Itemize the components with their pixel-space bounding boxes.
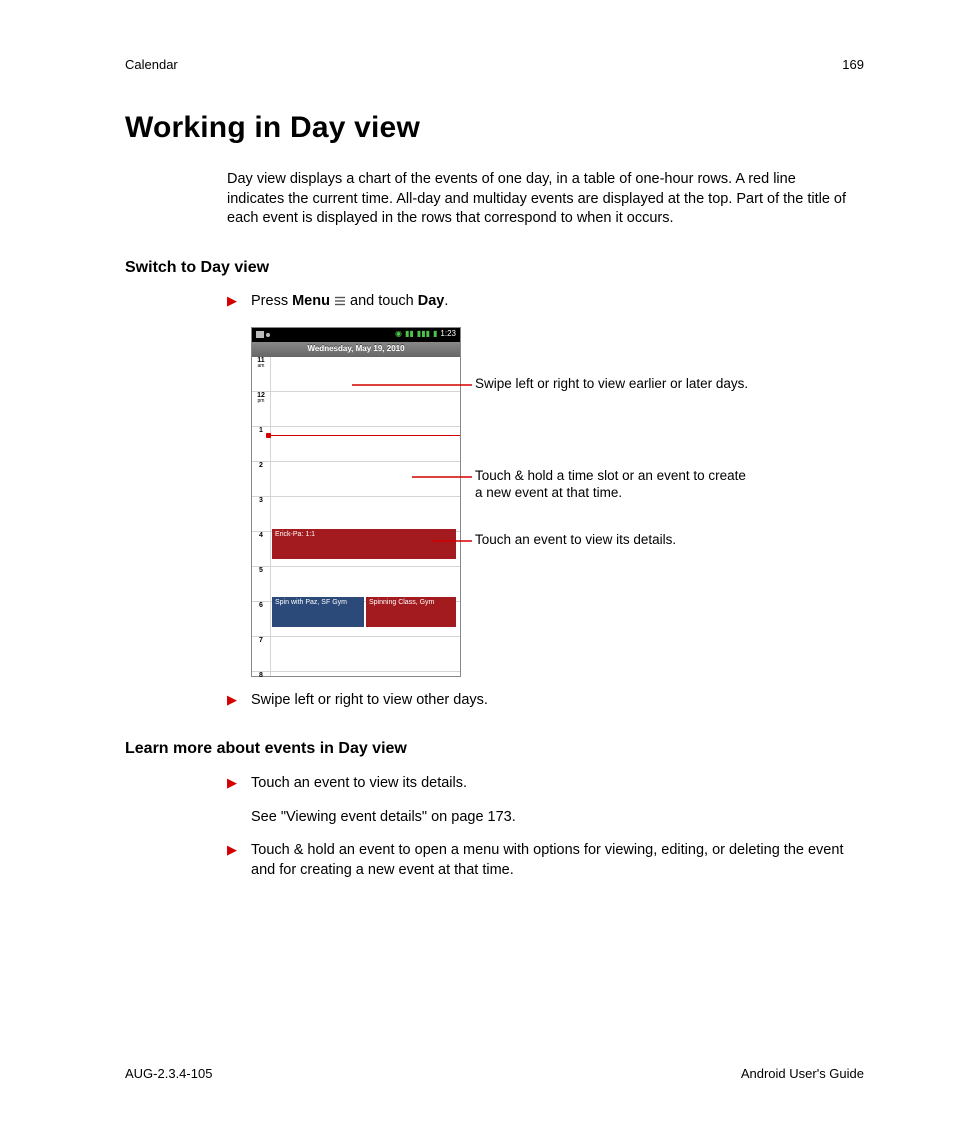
menu-icon [334, 293, 346, 313]
header-section: Calendar [125, 56, 178, 74]
footer-doc-title: Android User's Guide [741, 1065, 864, 1083]
step-swipe-days: ▶ Swipe left or right to view other days… [227, 691, 864, 711]
step-text: Touch & hold an event to open a menu wit… [251, 841, 864, 880]
step-touch-event: ▶ Touch an event to view its details. [227, 774, 864, 794]
triangle-bullet-icon: ▶ [227, 691, 251, 711]
signal-icon: ▮▮▮ [417, 329, 430, 340]
step-text: Touch an event to view its details. [251, 774, 864, 794]
triangle-bullet-icon: ▶ [227, 292, 251, 313]
phone-screenshot: ◉ ▮▮ ▮▮▮ ▮ 1:23 Wednesday, May 19, 2010 … [251, 327, 461, 677]
page-title: Working in Day view [125, 108, 864, 149]
status-time: 1:23 [440, 329, 456, 340]
step-text: Swipe left or right to view other days. [251, 691, 864, 711]
callout-touch-hold: Touch & hold a time slot or an event to … [475, 467, 755, 502]
triangle-bullet-icon: ▶ [227, 841, 251, 880]
callout-swipe: Swipe left or right to view earlier or l… [475, 375, 748, 393]
calendar-date-header: Wednesday, May 19, 2010 [252, 342, 460, 357]
step-touch-hold-event: ▶ Touch & hold an event to open a menu w… [227, 841, 864, 880]
sync-icon: ◉ [395, 329, 402, 340]
footer-doc-id: AUG-2.3.4-105 [125, 1065, 212, 1083]
notification-icon [256, 331, 264, 338]
page: Calendar 169 Working in Day view Day vie… [0, 0, 954, 1145]
step-press-menu: ▶ Press Menu and touch Day. [227, 292, 864, 313]
battery-icon: ▮ [433, 329, 437, 340]
triangle-bullet-icon: ▶ [227, 774, 251, 794]
section-learn-heading: Learn more about events in Day view [125, 738, 864, 760]
header-page-number: 169 [842, 56, 864, 74]
cross-reference: See "Viewing event details" on page 173. [251, 808, 864, 828]
calendar-body: 11am 12pm 1 2 3 4 5 6 7 8 Erick-Pa: 1:1 … [252, 357, 460, 676]
running-header: Calendar 169 [125, 56, 864, 74]
running-footer: AUG-2.3.4-105 Android User's Guide [125, 1065, 864, 1083]
callout-touch-event: Touch an event to view its details. [475, 531, 676, 549]
status-bar: ◉ ▮▮ ▮▮▮ ▮ 1:23 [252, 328, 460, 342]
intro-paragraph: Day view displays a chart of the events … [227, 170, 847, 229]
section-switch-heading: Switch to Day view [125, 257, 864, 279]
notification-dot-icon [266, 333, 270, 337]
callout-leader-lines [252, 357, 460, 667]
step-text: Press Menu and touch Day. [251, 292, 864, 313]
figure-row: ◉ ▮▮ ▮▮▮ ▮ 1:23 Wednesday, May 19, 2010 … [251, 327, 864, 677]
3g-icon: ▮▮ [405, 329, 414, 340]
